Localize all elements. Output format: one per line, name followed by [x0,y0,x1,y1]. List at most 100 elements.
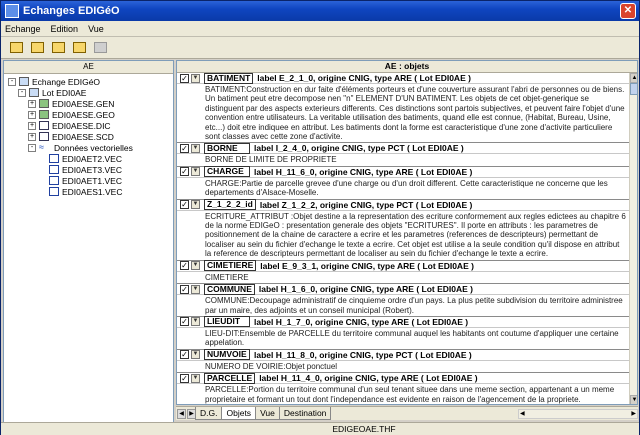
menu-edition[interactable]: Edition [51,24,79,34]
file-icon [49,187,59,196]
tree-node-label: EDI0AET1.VEC [62,175,122,186]
object-name: CHARGE [204,166,250,178]
import-button[interactable] [49,39,67,57]
tab-prev-icon[interactable]: ◀ [177,408,186,419]
vertical-scrollbar[interactable]: ▲ ▼ [629,73,637,404]
collapse-icon[interactable]: - [28,143,36,152]
menu-vue[interactable]: Vue [88,24,104,34]
object-description: PARCELLE:Portion du territoire communal … [205,385,615,404]
object-dropdown-icon[interactable]: ▼ [191,261,200,271]
tree-node[interactable]: EDI0AET1.VEC [8,175,173,186]
export-icon [72,42,86,53]
tree-panel-header: AE [4,61,173,74]
object-description: NUMERO DE VOIRIE:Objet ponctuel [205,361,338,371]
tree-node[interactable]: EDI0AET3.VEC [8,164,173,175]
object-label: label E_9_3_1, origine CNIG, type ARE ( … [260,260,474,271]
app-icon [5,4,19,18]
object-name: BATIMENT [204,73,254,84]
object-label: label H_11_4_0, origine CNIG, type ARE (… [259,373,478,384]
tree-node[interactable]: EDI0AES1.VEC [8,186,173,197]
folder-save-icon [30,42,44,53]
object-dropdown-icon[interactable]: ▼ [191,200,200,210]
object-dropdown-icon[interactable]: ▼ [191,143,200,153]
object-dropdown-icon[interactable]: ▼ [191,317,200,327]
scroll-right-icon[interactable]: ▶ [631,410,636,418]
tree-spacer [38,176,46,185]
menu-echange[interactable]: Echange [5,24,41,34]
tree-node[interactable]: - Echange EDIGéO [8,76,173,87]
object-entry: ✓ ▼ BORNE label I_2_4_0, origine CNIG, type… [177,142,629,167]
tab-destination[interactable]: Destination [278,407,332,420]
menu-bar: Echange Edition Vue [1,21,639,37]
object-checkbox[interactable]: ✓ [180,373,189,383]
object-checkbox[interactable]: ✓ [180,350,189,360]
tree-node[interactable]: - Lot EDI0AE [8,87,173,98]
scroll-left-icon[interactable]: ◀ [520,410,525,418]
object-name: LIEUDIT [204,316,250,328]
status-bar: EDIGEOAE.THF [1,422,639,435]
object-label: label H_1_6_0, origine CNIG, type ARE ( … [258,284,473,295]
tree-node[interactable]: - ≈ Données vectorielles [8,142,173,153]
object-dropdown-icon[interactable]: ▼ [191,350,200,360]
object-label: label H_11_6_0, origine CNIG, type ARE (… [254,166,473,177]
object-dropdown-icon[interactable]: ▼ [191,73,200,83]
object-checkbox[interactable]: ✓ [180,317,189,327]
object-checkbox[interactable]: ✓ [180,284,189,294]
tree-node[interactable]: + EDI0AESE.GEO [8,109,173,120]
app-window: Echanges EDIGéO ✕ Echange Edition Vue AE… [0,0,640,435]
objects-list: ✓ ▼ BATIMENT label E_2_1_0, origine CNIG, t… [177,73,629,404]
save-button[interactable] [28,39,46,57]
wave-icon: ≈ [39,142,44,152]
tree-node[interactable]: + EDI0AESE.GEN [8,98,173,109]
tree-node-label: EDI0AET3.VEC [62,164,122,175]
close-button[interactable]: ✕ [620,3,636,19]
object-dropdown-icon[interactable]: ▼ [191,284,200,294]
object-dropdown-icon[interactable]: ▼ [191,167,200,177]
horizontal-scrollbar[interactable]: ◀ ▶ [518,408,638,419]
object-name: NUMVOIE [204,349,250,361]
object-checkbox[interactable]: ✓ [180,261,189,271]
tab-vue[interactable]: Vue [255,407,280,420]
object-checkbox[interactable]: ✓ [180,167,189,177]
object-dropdown-icon[interactable]: ▼ [191,373,200,383]
tab-dg[interactable]: D.G. [195,407,223,420]
collapse-icon[interactable]: - [18,88,26,97]
toolbar [1,37,639,59]
tree-node[interactable]: EDI0AET2.VEC [8,153,173,164]
object-checkbox[interactable]: ✓ [180,73,189,83]
scroll-thumb[interactable] [630,83,637,95]
expand-icon[interactable]: + [28,132,36,141]
expand-icon[interactable]: + [28,121,36,130]
object-header: ✓ ▼ COMMUNE label H_1_6_0, origine CNIG, ty… [177,283,629,296]
scroll-up-icon[interactable]: ▲ [630,73,637,83]
collapse-icon[interactable]: - [8,77,16,86]
object-label: label I_2_4_0, origine CNIG, type PCT ( … [254,143,464,154]
object-label: label E_2_1_0, origine CNIG, type ARE ( … [257,73,471,83]
tree-node-label: EDI0AESE.GEO [52,109,115,120]
expand-icon[interactable]: + [28,99,36,108]
object-checkbox[interactable]: ✓ [180,200,189,210]
objects-panel: AE : objets ✓ ▼ BATIMENT label E_2_1_0, ori… [176,60,638,405]
object-entry: ✓ ▼ NUMVOIE label H_11_8_0, origine CNIG, t… [177,349,629,374]
object-entry: ✓ ▼ Z_1_2_2_id label Z_1_2_2, origine CNIG,… [177,199,629,261]
object-label: label H_1_7_0, origine CNIG, type ARE ( … [254,316,469,327]
green-icon [39,110,49,119]
object-description: BATIMENT:Construction en dur faite d'élé… [205,85,625,142]
disabled-tool-button[interactable] [91,39,109,57]
object-name: Z_1_2_2_id [204,199,256,211]
tree-spacer [38,187,46,196]
expand-icon[interactable]: + [28,110,36,119]
object-entry: ✓ ▼ PARCELLE label H_11_4_0, origine CNIG, … [177,372,629,404]
green-icon [39,99,49,108]
tab-objets[interactable]: Objets [221,407,257,420]
tree-node-label: Echange EDIGéO [32,76,101,87]
tree-node[interactable]: + EDI0AESE.DIC [8,120,173,131]
lot-icon [29,88,39,97]
tree-node[interactable]: + EDI0AESE.SCD [8,131,173,142]
object-checkbox[interactable]: ✓ [180,143,189,153]
scroll-down-icon[interactable]: ▼ [630,395,637,404]
export-button[interactable] [70,39,88,57]
object-entry: ✓ ▼ COMMUNE label H_1_6_0, origine CNIG, ty… [177,283,629,317]
object-header: ✓ ▼ NUMVOIE label H_11_8_0, origine CNIG, t… [177,349,629,361]
open-button[interactable] [7,39,25,57]
